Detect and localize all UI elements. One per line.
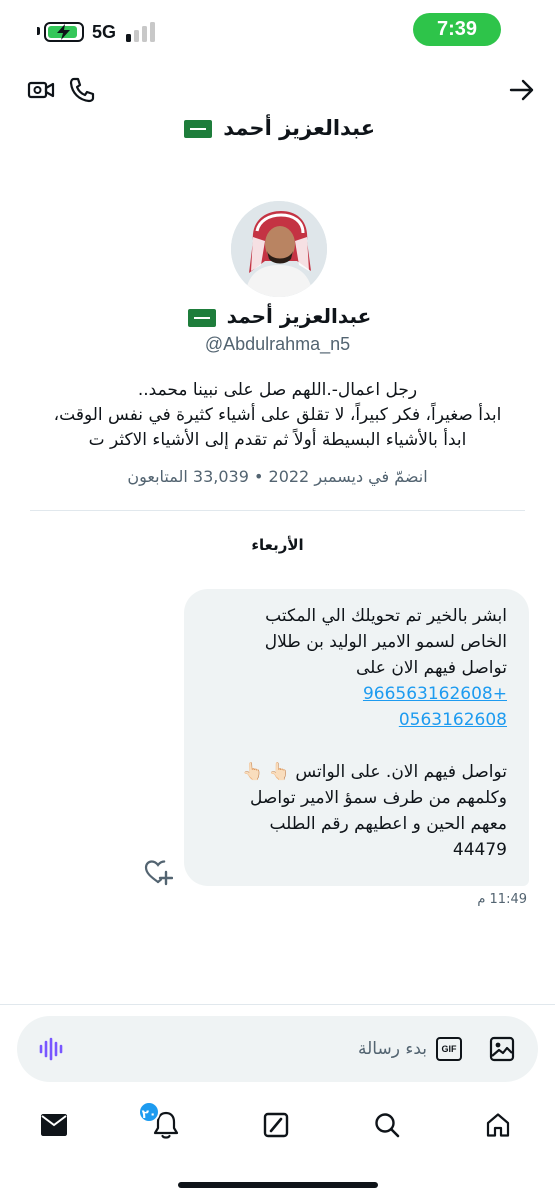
message-line: 44479 (452, 840, 507, 860)
phone-call-icon[interactable] (66, 74, 98, 106)
network-label: 5G (92, 22, 117, 42)
tab-messages[interactable] (34, 1105, 74, 1145)
divider (0, 1004, 555, 1005)
message-line: ابشر بالخير تم تحويلك الي المكتب (265, 606, 507, 626)
message-composer: GIF (17, 1016, 538, 1082)
envelope-icon (41, 1114, 67, 1136)
followers-label[interactable]: المتابعون (127, 467, 187, 486)
followers-count[interactable]: 33,039 (193, 467, 249, 486)
add-reaction-icon[interactable] (143, 857, 174, 887)
home-indicator (178, 1182, 378, 1188)
message-line: وكلمهم من طرف سمؤ الامير تواصل (250, 788, 507, 808)
message-time: 11:49 م (477, 892, 527, 907)
phone-link[interactable]: 966563162608+ (363, 684, 507, 704)
divider (30, 510, 525, 511)
back-arrow-icon[interactable] (506, 75, 538, 105)
tab-grok[interactable] (256, 1105, 296, 1145)
profile-name[interactable]: عبدالعزيز أحمد (0, 304, 555, 328)
slash-square-icon (263, 1112, 289, 1138)
image-icon[interactable] (486, 1033, 518, 1065)
message-line: الخاص لسمو الامير الوليد بن طلال (264, 632, 507, 652)
gif-label: GIF (436, 1037, 462, 1061)
search-icon (375, 1113, 400, 1138)
gif-icon[interactable]: GIF (434, 1035, 464, 1063)
voice-message-icon[interactable] (37, 1034, 67, 1064)
video-call-icon[interactable] (26, 76, 56, 104)
saudi-flag-icon (187, 308, 216, 327)
message-line: تواصل فيهم الان. على الواتس 👆🏻 👆🏻 (242, 762, 507, 782)
notifications-badge: ٢٠ (138, 1101, 160, 1123)
message-input[interactable] (107, 1031, 427, 1067)
bio-line: رجل اعمال-.اللهم صل على نبينا محمد.. (137, 380, 418, 400)
status-time[interactable]: 7:39 (413, 13, 501, 46)
phone-link[interactable]: 0563162608 (399, 710, 507, 730)
joined-date: انضمّ في ديسمبر 2022 (268, 467, 428, 486)
tab-search[interactable] (367, 1105, 407, 1145)
message-line: معهم الحين و اعطيهم رقم الطلب (269, 814, 507, 834)
home-icon (486, 1113, 510, 1137)
status-bar: 5G 7:39 (0, 0, 555, 60)
bio-line: ابدأ صغيراً، فكر كبيراً، لا تقلق على أشي… (53, 405, 502, 425)
message-line: تواصل فيهم الان على (355, 658, 507, 678)
message-spacer (198, 733, 507, 759)
message-bubble[interactable]: ابشر بالخير تم تحويلك الي المكتب الخاص ل… (184, 589, 529, 886)
profile-handle[interactable]: @Abdulrahma_n5 (0, 334, 555, 355)
signal-icon (126, 22, 158, 42)
day-label: الأربعاء (251, 536, 304, 554)
profile-bio: رجل اعمال-.اللهم صل على نبينا محمد.. ابد… (20, 378, 535, 453)
battery-icon (44, 22, 84, 42)
battery-nub (37, 27, 40, 35)
profile-name-text[interactable]: عبدالعزيز أحمد (227, 304, 372, 328)
conversation-title: عبدالعزيز أحمد (0, 116, 555, 140)
charging-bolt-icon (57, 24, 70, 40)
conversation-title-text: عبدالعزيز أحمد (223, 116, 376, 140)
saudi-flag-icon (183, 120, 212, 138)
meta-separator: • (253, 467, 264, 486)
avatar[interactable] (231, 201, 327, 297)
bio-line: ابدأ بالأشياء البسيطة أولاً ثم تقدم إلى … (88, 430, 467, 450)
profile-meta: انضمّ في ديسمبر 2022 • 33,039 المتابعون (0, 467, 555, 486)
tab-home[interactable] (478, 1105, 518, 1145)
